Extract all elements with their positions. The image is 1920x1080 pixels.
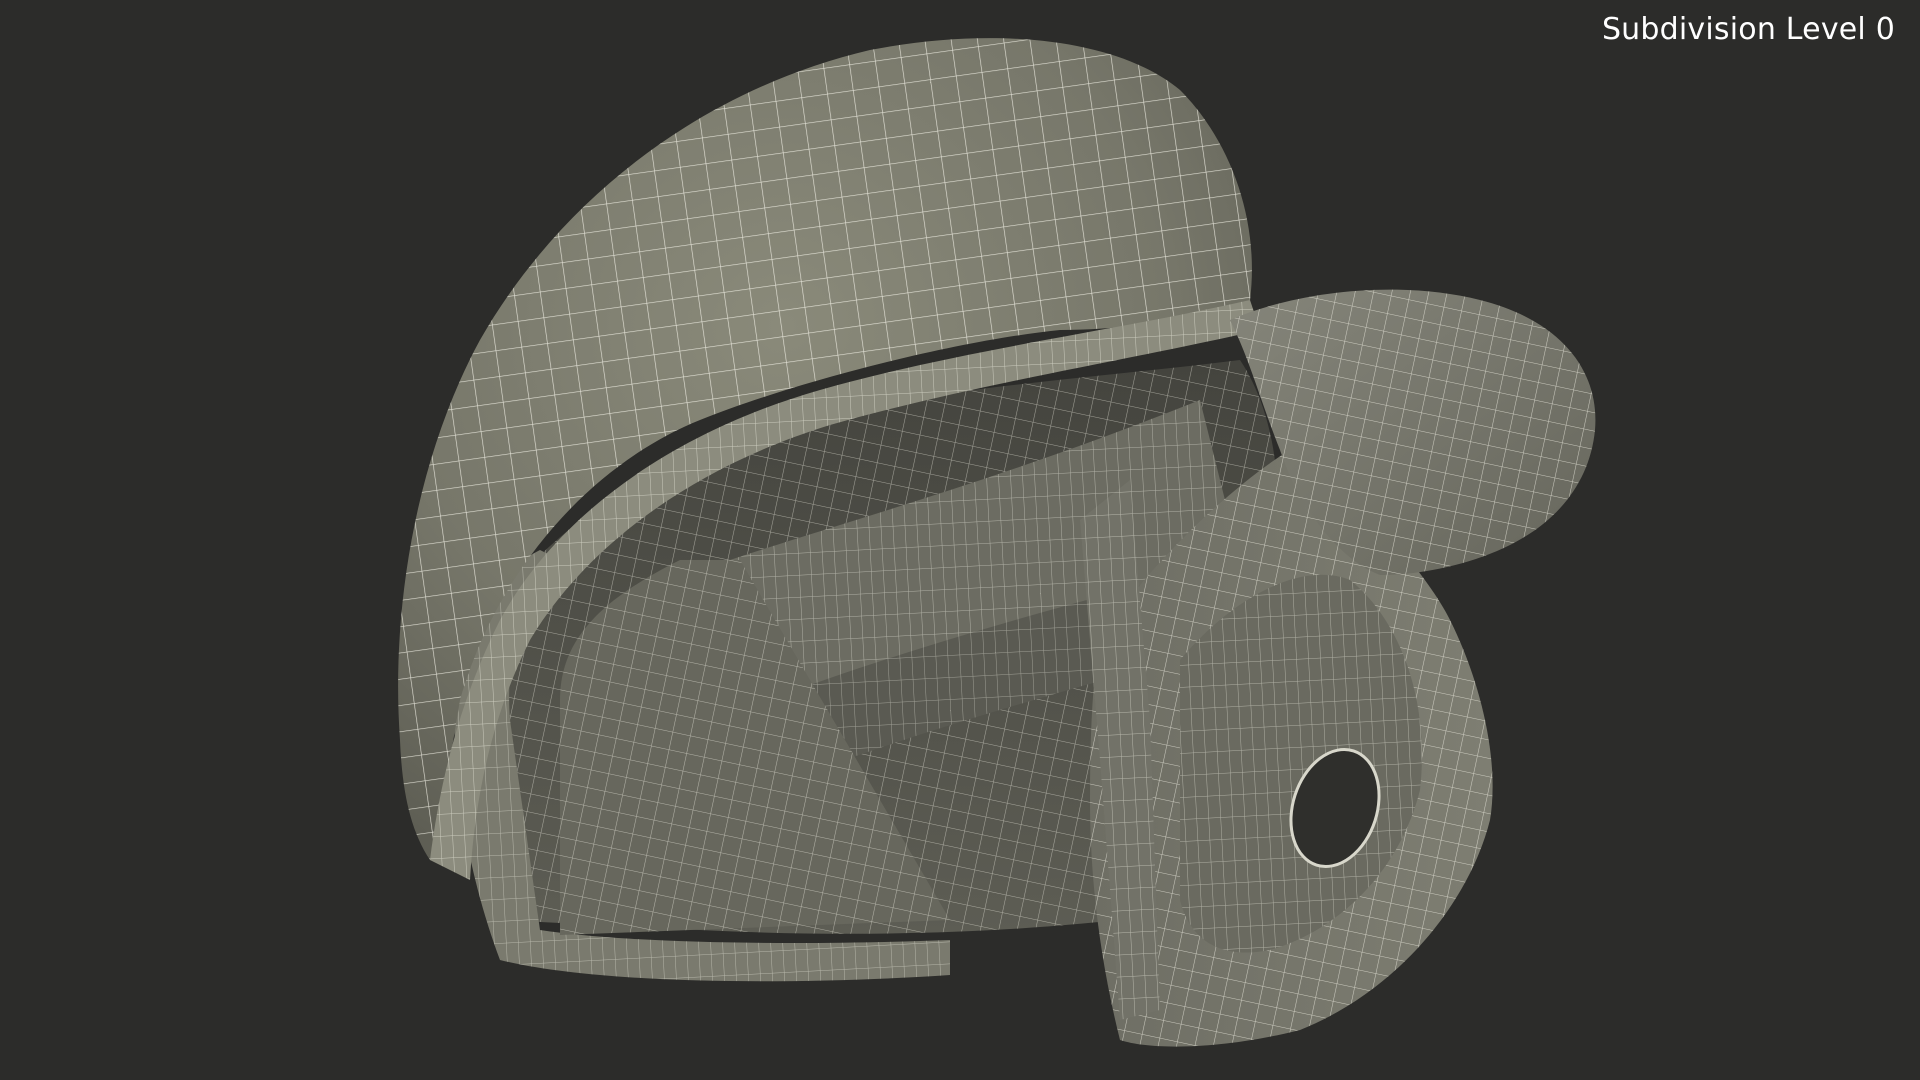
render-viewport: Subdivision Level 0 — [0, 0, 1920, 1080]
subdivision-level-label: Subdivision Level 0 — [1601, 12, 1895, 47]
helmet-wireframe-render — [398, 38, 1596, 1047]
